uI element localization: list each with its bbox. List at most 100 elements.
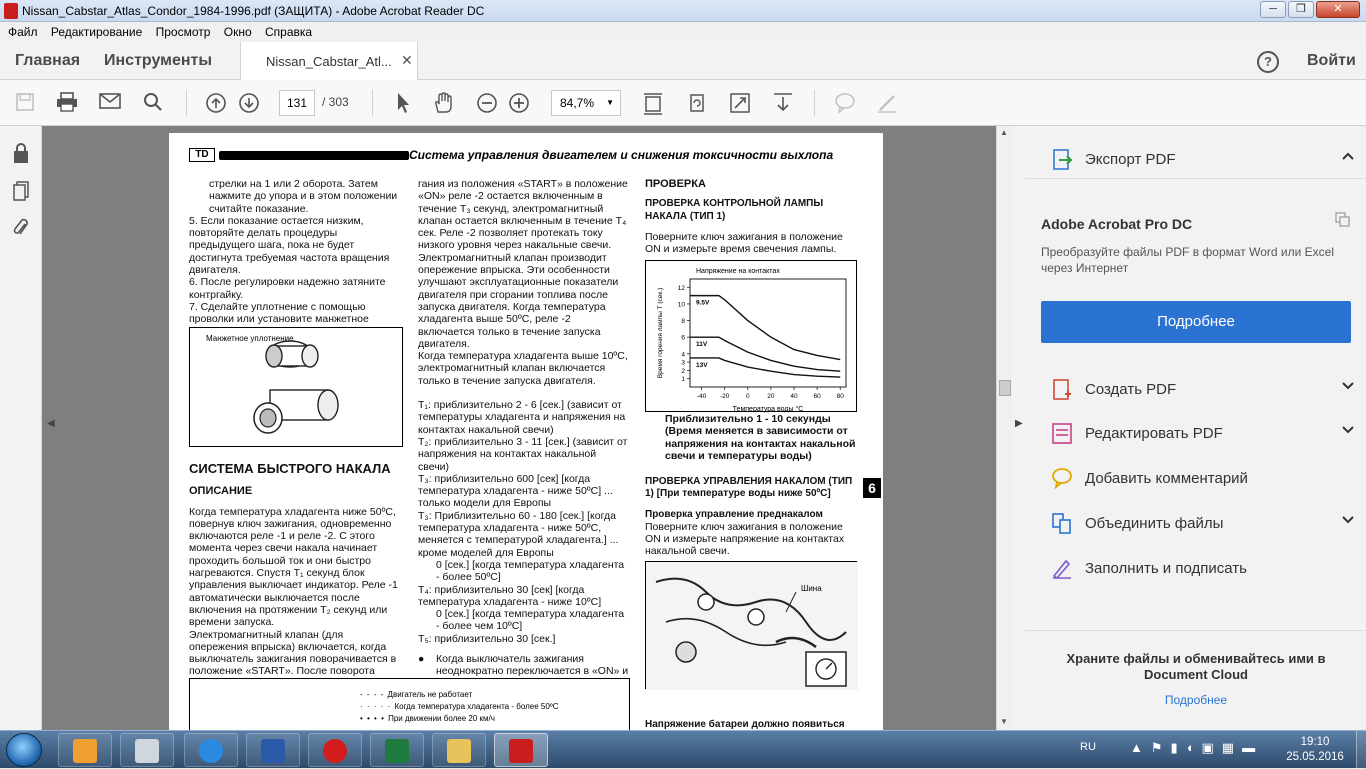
- y-tick-label: 1: [681, 376, 685, 383]
- comment-icon[interactable]: [834, 92, 856, 114]
- paragraph: Т₃: Приблизительно 60 - 180 [сек.] [когд…: [418, 509, 619, 559]
- paragraph: Т₁: приблизительно 2 - 6 [сек.] (зависит…: [418, 399, 626, 436]
- chart-title: Напряжение на контактах: [696, 268, 780, 275]
- zoom-out-icon[interactable]: [476, 92, 498, 114]
- paragraph: Т₂: приблизительно 3 - 11 [сек.] (зависи…: [418, 435, 628, 473]
- tab-tools[interactable]: Инструменты: [104, 52, 212, 70]
- clock[interactable]: 19:10 25.05.2016: [1283, 735, 1347, 765]
- lock-icon[interactable]: [11, 142, 31, 164]
- fit-page-icon[interactable]: [642, 92, 664, 115]
- create-pdf-item[interactable]: Создать PDF: [1049, 376, 1354, 406]
- page-tag: TD: [189, 148, 215, 162]
- tab-document[interactable]: Nissan_Cabstar_Atl... ✕: [240, 42, 418, 80]
- attachment-icon[interactable]: [11, 216, 31, 238]
- close-button[interactable]: ✕: [1316, 1, 1360, 18]
- page-header-title: Система управления двигателем и снижения…: [409, 148, 834, 162]
- full-screen-icon[interactable]: [729, 92, 751, 114]
- x-tick-label: 80: [837, 393, 845, 400]
- duplicate-icon[interactable]: [1335, 212, 1351, 233]
- section-number: 6: [863, 478, 881, 498]
- edit-pdf-item[interactable]: Редактировать PDF: [1049, 420, 1354, 450]
- collapse-left-icon[interactable]: ◀: [47, 418, 55, 429]
- mail-icon[interactable]: [99, 92, 121, 114]
- tab-close-icon[interactable]: ✕: [401, 52, 413, 69]
- vertical-scrollbar[interactable]: ▲ ▼: [996, 126, 1012, 730]
- paragraph: Когда температура хладагента ниже 50ºС, …: [189, 505, 398, 629]
- paragraph: Поверните ключ зажигания в положение ON …: [645, 230, 843, 256]
- taskbar-internet-explorer[interactable]: [184, 733, 238, 767]
- language-indicator[interactable]: RU: [1080, 741, 1096, 753]
- scrollbar-thumb[interactable]: [999, 380, 1011, 396]
- menu-view[interactable]: Просмотр: [148, 22, 211, 39]
- lamp-time-chart: Напряжение на контактах Температура воды …: [645, 260, 857, 413]
- taskbar-acrobat[interactable]: [494, 733, 548, 767]
- zoom-select[interactable]: 84,7% ▼: [551, 90, 621, 116]
- taskbar-calculator[interactable]: [120, 733, 174, 767]
- taskbar-opera[interactable]: [308, 733, 362, 767]
- save-icon[interactable]: [14, 92, 36, 114]
- system-tray-icons[interactable]: ▲⚑▮◖▣▦▬: [1130, 740, 1263, 756]
- taskbar-media-player[interactable]: [58, 733, 112, 767]
- export-pdf-label: Экспорт PDF: [1085, 151, 1176, 168]
- divider: [1025, 630, 1366, 631]
- scroll-mode-icon[interactable]: [772, 92, 794, 114]
- calculator-icon: [135, 739, 159, 763]
- minimize-button[interactable]: ─: [1260, 1, 1286, 18]
- text-column-3b: ПРОВЕРКА УПРАВЛЕНИЯ НАКАЛОМ (ТИП 1) [При…: [645, 476, 859, 558]
- tab-home[interactable]: Главная: [15, 52, 80, 70]
- combine-files-item[interactable]: Объединить файлы: [1049, 510, 1354, 540]
- menu-edit[interactable]: Редактирование: [43, 22, 142, 39]
- page-up-icon[interactable]: [205, 92, 227, 114]
- taskbar-excel[interactable]: [370, 733, 424, 767]
- comment-bubble-icon: [1051, 467, 1073, 490]
- engine-figure: Шина: [645, 561, 858, 690]
- maximize-button[interactable]: ❐: [1288, 1, 1314, 18]
- collapse-right-icon[interactable]: ▶: [1015, 418, 1023, 429]
- page-number-input[interactable]: 131: [279, 90, 315, 116]
- menu-window[interactable]: Окно: [216, 22, 252, 39]
- rotate-icon[interactable]: [686, 92, 708, 114]
- text-column-3: ПРОВЕРКА ПРОВЕРКА КОНТРОЛЬНОЙ ЛАМПЫ НАКА…: [645, 178, 859, 255]
- combine-files-label: Объединить файлы: [1085, 515, 1224, 532]
- left-navigation-rail: [0, 126, 42, 730]
- sign-in-button[interactable]: Войти: [1307, 52, 1356, 70]
- y-axis-label: Время горения лампы Т (сек.): [657, 288, 664, 378]
- y-tick-label: 6: [681, 335, 685, 342]
- cursor-icon[interactable]: [392, 92, 414, 114]
- acrobat-icon: [509, 739, 533, 763]
- paragraph: Когда температура хладагента выше 10ºС, …: [418, 350, 628, 387]
- scroll-down-icon[interactable]: ▼: [1000, 717, 1008, 726]
- page-header: TD Система управления двигателем и сниже…: [189, 145, 861, 163]
- section-subheading: ПРОВЕРКА КОНТРОЛЬНОЙ ЛАМПЫ НАКАЛА (ТИП 1…: [645, 198, 824, 222]
- menu-file[interactable]: Файл: [0, 22, 38, 39]
- search-icon[interactable]: [142, 92, 164, 114]
- page-total: / 303: [322, 95, 349, 109]
- taskbar-word[interactable]: [246, 733, 300, 767]
- add-comment-item[interactable]: Добавить комментарий: [1049, 465, 1349, 495]
- document-cloud-link[interactable]: Подробнее: [1041, 693, 1351, 707]
- bullet-icon: ●: [418, 652, 425, 665]
- start-button[interactable]: [6, 733, 42, 767]
- legend-item: - - - - Двигатель не работает: [360, 690, 473, 699]
- show-desktop-button[interactable]: [1356, 731, 1366, 769]
- folder-icon: [447, 739, 471, 763]
- text-column-2: гания из положения «START» в положение «…: [418, 178, 630, 690]
- create-pdf-label: Создать PDF: [1085, 381, 1177, 398]
- title-bar: Nissan_Cabstar_Atlas_Condor_1984-1996.pd…: [0, 0, 1366, 22]
- taskbar-explorer[interactable]: [432, 733, 486, 767]
- tab-bar: Главная Инструменты Nissan_Cabstar_Atl..…: [0, 42, 1366, 80]
- help-icon[interactable]: ?: [1257, 51, 1279, 73]
- zoom-in-icon[interactable]: [508, 92, 530, 114]
- chevron-down-icon: [1341, 514, 1355, 528]
- export-pdf-header[interactable]: Экспорт PDF: [1049, 146, 1354, 176]
- print-icon[interactable]: [56, 92, 78, 114]
- y-tick-label: 10: [678, 301, 686, 308]
- hand-icon[interactable]: [432, 92, 454, 114]
- scroll-up-icon[interactable]: ▲: [1000, 128, 1008, 137]
- menu-help[interactable]: Справка: [257, 22, 312, 39]
- sign-icon[interactable]: [876, 92, 898, 114]
- fill-sign-item[interactable]: Заполнить и подписать: [1049, 555, 1349, 585]
- page-down-icon[interactable]: [238, 92, 260, 114]
- learn-more-button[interactable]: Подробнее: [1041, 301, 1351, 343]
- pages-icon[interactable]: [11, 180, 31, 202]
